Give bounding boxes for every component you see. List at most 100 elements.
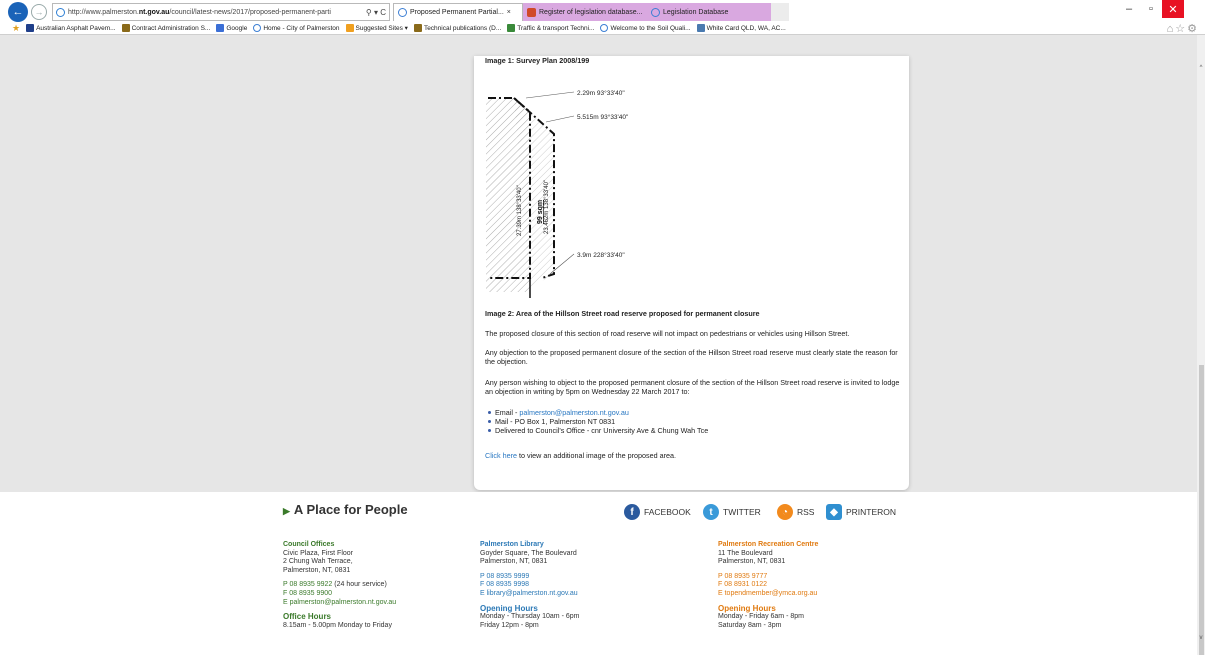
address-line: 11 The Boulevard	[718, 549, 773, 557]
address-domain: nt.gov.au	[138, 8, 170, 16]
maximize-icon[interactable]: ▫	[1140, 0, 1162, 18]
minimize-icon[interactable]: –	[1118, 0, 1140, 18]
email-link[interactable]: E topendmember@ymca.org.au	[718, 590, 818, 599]
image1-caption: Image 1: Survey Plan 2008/199	[485, 56, 590, 65]
image2-caption: Image 2: Area of the Hillson Street road…	[485, 309, 760, 318]
survey-plan-image: 2.29m 93°33'40" 5.515m 93°33'40" 3.9m 22…	[486, 89, 629, 298]
close-tab-icon[interactable]: ×	[507, 9, 511, 16]
library-title: Palmerston Library	[480, 541, 544, 548]
click-here-link[interactable]: Click here	[485, 451, 517, 460]
office-hours-title: Office Hours	[283, 612, 332, 622]
ie-tab-icon	[398, 8, 407, 17]
office-hours: 8.15am - 5.00pm Monday to Friday	[283, 621, 392, 629]
facebook-icon: f	[624, 504, 640, 520]
favorite-link[interactable]: Traffic & transport Techni...	[507, 24, 594, 32]
plan-label-bottom: 3.9m 228°33'40"	[577, 251, 625, 259]
leader-line	[545, 115, 575, 123]
recreation-centre-column: Palmerston Recreation Centre 11 The Boul…	[718, 541, 818, 630]
ie-tab-icon	[651, 7, 660, 17]
fax-number: F 08 8935 9998	[480, 581, 530, 589]
article-content: Image 1: Survey Plan 2008/199 2.29m 93°3…	[474, 56, 909, 490]
favorite-link[interactable]: Home - City of Palmerston	[253, 24, 340, 32]
favorite-link[interactable]: White Card QLD, WA, AC...	[696, 24, 786, 32]
favorite-link[interactable]: Google	[216, 24, 247, 32]
address-line: Palmerston, NT, 0831	[480, 558, 548, 566]
favorites-bar: ★ Australian Asphalt Pavem... Contract A…	[0, 22, 1180, 34]
favorite-link[interactable]: Australian Asphalt Pavem...	[26, 24, 116, 32]
site-icon	[216, 24, 225, 32]
opening-hours: Saturday 8am - 3pm	[718, 621, 782, 629]
paragraph: The proposed closure of this section of …	[485, 329, 850, 338]
address-line: Civic Plaza, First Floor	[283, 549, 354, 557]
favorites-star-add-icon[interactable]: ★	[12, 23, 20, 34]
printeron-icon: ◆	[826, 504, 842, 520]
address-line: 2 Chung Wah Terrace,	[283, 558, 353, 566]
email-link[interactable]: E library@palmerston.nt.gov.au	[480, 590, 579, 599]
email-link[interactable]: E palmerston@palmerston.nt.gov.au	[283, 599, 396, 608]
tab-proposed-permanent-partial[interactable]: Proposed Permanent Partial... ×	[393, 3, 523, 21]
tab-label: Legislation Database	[663, 8, 729, 16]
favorite-link[interactable]: Welcome to the Soil Quali...	[600, 24, 691, 32]
favorite-link[interactable]: Contract Administration S...	[121, 24, 210, 32]
site-icon	[121, 24, 130, 32]
site-icon	[345, 24, 354, 32]
printeron-label: PRINTERON	[846, 507, 897, 517]
site-icon	[253, 24, 262, 32]
favorite-label: Australian Asphalt Pavem...	[36, 24, 116, 32]
twitter-link[interactable]: t TWITTER	[703, 504, 761, 520]
triangle-icon: ▶	[283, 506, 290, 516]
phone-number[interactable]: P 08 8935 9999	[480, 573, 579, 582]
address-prefix: http://www.palmerston.	[68, 8, 139, 16]
phone-number[interactable]: P 08 8935 9777	[718, 573, 818, 582]
tab-label: Register of legislation database...	[539, 8, 643, 16]
address-path: /council/latest-news/2017/proposed-perma…	[169, 8, 331, 16]
tagline-text: A Place for People	[293, 502, 408, 517]
council-offices-column: Council Offices Civic Plaza, First Floor…	[283, 541, 396, 630]
list-item: Mail - PO Box 1, Palmerston NT 0831	[485, 417, 900, 426]
tab-register-of-legislation[interactable]: Register of legislation database...	[523, 3, 647, 21]
new-tab-button[interactable]	[771, 3, 789, 21]
objection-methods-list: Email - palmerston@palmerston.nt.gov.au …	[485, 408, 900, 435]
tab-legislation-database[interactable]: Legislation Database	[647, 3, 771, 21]
list-item: Email - palmerston@palmerston.nt.gov.au	[485, 408, 900, 417]
address-line: Palmerston, NT, 0831	[718, 558, 786, 566]
opening-hours-title: Opening Hours	[718, 603, 776, 613]
site-icon	[507, 24, 516, 32]
forward-arrow-icon[interactable]: →	[31, 4, 47, 20]
favorite-link[interactable]: Technical publications (D...	[413, 24, 501, 32]
address-line: Palmerston, NT, 0831	[283, 566, 351, 574]
twitter-icon: t	[703, 504, 719, 520]
site-icon	[413, 24, 422, 32]
opening-hours-title: Opening Hours	[480, 603, 538, 613]
chrome-divider	[0, 34, 1205, 35]
leader-line	[525, 91, 575, 99]
browser-title-bar: ← → http://www.palmerston. nt.gov.au/coun…	[0, 0, 1205, 35]
site-icon	[26, 24, 35, 32]
address-line: Goyder Square, The Boulevard	[480, 549, 577, 557]
opening-hours: Monday - Thursday 10am - 6pm	[480, 613, 580, 621]
address-bar[interactable]: http://www.palmerston. nt.gov.au/council/…	[52, 3, 390, 21]
favorite-link[interactable]: Suggested Sites ▾	[345, 24, 408, 32]
opening-hours: Friday 12pm - 8pm	[480, 621, 539, 629]
address-tools[interactable]: ⚲ ▾ C	[366, 8, 386, 17]
phone-number[interactable]: P 08 8935 9922	[283, 581, 332, 588]
scroll-down-icon[interactable]: v	[1197, 635, 1205, 641]
rss-link[interactable]: ◔ RSS	[777, 504, 814, 520]
scroll-up-icon[interactable]: ^	[1197, 65, 1205, 71]
scrollbar-thumb[interactable]	[1199, 365, 1204, 655]
rss-icon: ◔	[777, 504, 793, 520]
plan-label-left-vertical: 27.39m 138°33'40"	[517, 185, 523, 236]
printeron-link[interactable]: ◆ PRINTERON	[826, 504, 896, 520]
close-window-icon[interactable]: ✕	[1162, 0, 1184, 18]
facebook-link[interactable]: f FACEBOOK	[624, 504, 691, 520]
plan-label-mid: 5.515m 93°33'40"	[577, 113, 629, 121]
back-arrow-icon[interactable]: ←	[8, 2, 28, 22]
fax-number: F 08 8931 0122	[718, 581, 768, 589]
phone-note: (24 hour service)	[332, 581, 387, 589]
page-scrollbar[interactable]: ^ v	[1197, 35, 1205, 655]
library-column: Palmerston Library Goyder Square, The Bo…	[480, 541, 579, 630]
email-link[interactable]: palmerston@palmerston.nt.gov.au	[519, 408, 628, 417]
favorite-label: Suggested Sites ▾	[355, 25, 408, 32]
facebook-label: FACEBOOK	[644, 507, 691, 517]
paragraph: Any person wishing to object to the prop…	[485, 378, 900, 396]
